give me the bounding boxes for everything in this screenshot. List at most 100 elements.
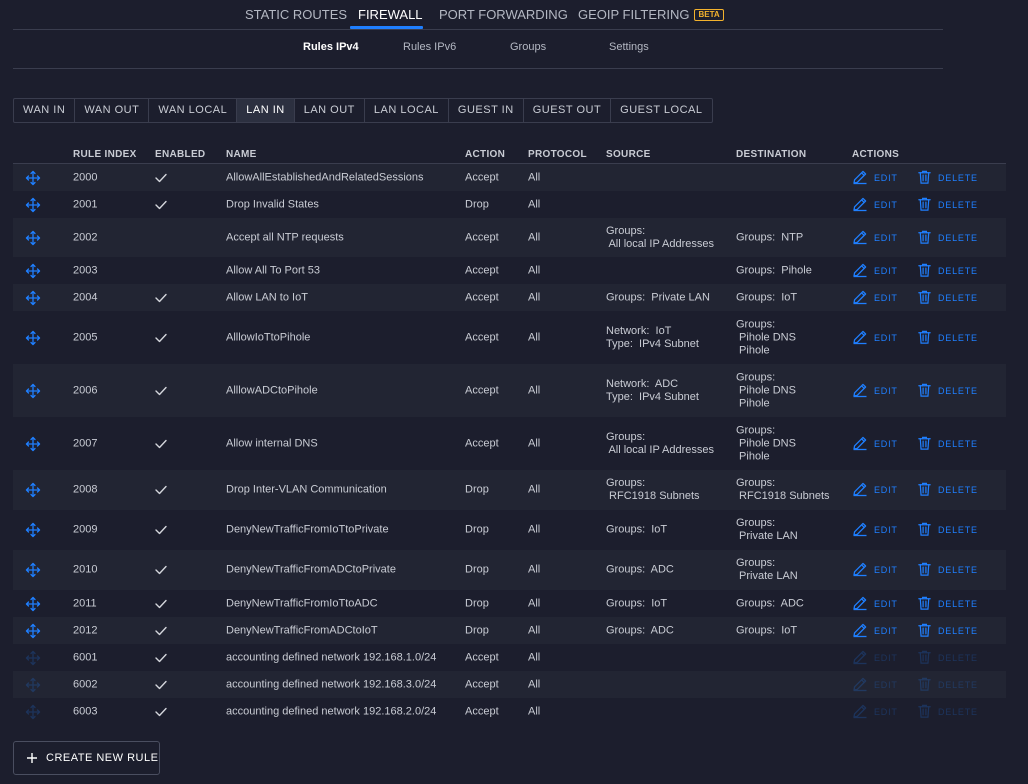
pencil-icon [852,262,874,280]
drag-handle-icon[interactable] [25,623,41,639]
rule-action: Accept [465,264,499,276]
drag-handle-icon[interactable] [25,290,41,306]
chain-tab-guest-local[interactable]: GUEST LOCAL [611,99,711,122]
delete-button[interactable]: DELETE [917,622,978,640]
drag-handle-icon[interactable] [25,522,41,538]
drag-handle-icon[interactable] [25,704,41,720]
table-row: 2002 Accept all NTP requests Accept All Grou… [13,218,1006,257]
tab-geoip-filtering[interactable]: GEOIP FILTERING BETA [578,7,724,22]
chain-tab-wan-out[interactable]: WAN OUT [75,99,150,122]
chain-tab-lan-in[interactable]: LAN IN [237,99,295,122]
delete-button[interactable]: DELETE [917,169,978,187]
edit-button[interactable]: EDIT [852,329,898,347]
subtab-rules-ipv4[interactable]: Rules IPv4 [303,41,359,53]
edit-button[interactable]: EDIT [852,262,898,280]
delete-button[interactable]: DELETE [917,521,978,539]
subtab-settings[interactable]: Settings [609,41,649,53]
check-icon [155,525,167,535]
rule-destination: Groups: IoT [736,624,798,636]
edit-button[interactable]: EDIT [852,595,898,613]
drag-handle-icon[interactable] [25,562,41,578]
sub-nav: Rules IPv4 Rules IPv6 Groups Settings [13,30,943,69]
tab-port-forwarding[interactable]: PORT FORWARDING [439,7,568,22]
delete-button[interactable]: DELETE [917,703,978,721]
chain-tab-lan-out[interactable]: LAN OUT [295,99,365,122]
edit-button[interactable]: EDIT [852,561,898,579]
delete-button[interactable]: DELETE [917,435,978,453]
header-source[interactable]: SOURCE [606,149,651,160]
chain-tab-wan-local[interactable]: WAN LOCAL [149,99,238,122]
delete-button[interactable]: DELETE [917,289,978,307]
delete-button[interactable]: DELETE [917,649,978,667]
rule-destination: Groups: Pihole [736,264,812,276]
drag-handle-icon[interactable] [25,650,41,666]
rule-source: Groups: ADC [606,624,674,636]
tab-firewall[interactable]: FIREWALL [358,7,423,22]
delete-button[interactable]: DELETE [917,676,978,694]
drag-handle-icon[interactable] [25,197,41,213]
delete-button[interactable]: DELETE [917,229,978,247]
edit-button[interactable]: EDIT [852,481,898,499]
subtab-groups[interactable]: Groups [510,41,546,53]
edit-button[interactable]: EDIT [852,676,898,694]
edit-button[interactable]: EDIT [852,169,898,187]
drag-handle-icon[interactable] [25,596,41,612]
edit-label: EDIT [874,706,898,717]
delete-button[interactable]: DELETE [917,382,978,400]
header-action[interactable]: ACTION [465,149,505,160]
chain-tab-guest-out[interactable]: GUEST OUT [524,99,612,122]
delete-button[interactable]: DELETE [917,196,978,214]
edit-button[interactable]: EDIT [852,521,898,539]
pencil-icon [852,595,874,613]
header-enabled[interactable]: ENABLED [155,149,205,160]
edit-button[interactable]: EDIT [852,622,898,640]
edit-button[interactable]: EDIT [852,196,898,214]
edit-button[interactable]: EDIT [852,382,898,400]
create-new-rule-button[interactable]: CREATE NEW RULE [13,741,160,775]
drag-handle-icon[interactable] [25,482,41,498]
rule-name: Drop Invalid States [226,198,319,210]
chain-tab-wan-in[interactable]: WAN IN [14,99,76,122]
drag-handle-icon[interactable] [25,677,41,693]
delete-button[interactable]: DELETE [917,262,978,280]
drag-handle-icon[interactable] [25,330,41,346]
rule-protocol: All [528,331,541,343]
pencil-icon [852,229,874,247]
edit-label: EDIT [874,438,898,449]
rule-source: Network: IoT Type: IPv4 Subnet [606,324,699,350]
rule-name: accounting defined network 192.168.1.0/2… [226,651,437,663]
drag-handle-icon[interactable] [25,383,41,399]
edit-button[interactable]: EDIT [852,289,898,307]
delete-button[interactable]: DELETE [917,561,978,579]
chain-tab-lan-local[interactable]: LAN LOCAL [365,99,449,122]
delete-button[interactable]: DELETE [917,481,978,499]
rule-name: DenyNewTrafficFromADCtoPrivate [226,563,396,576]
tab-static-routes[interactable]: STATIC ROUTES [245,7,347,22]
edit-button[interactable]: EDIT [852,649,898,667]
header-protocol[interactable]: PROTOCOL [528,149,587,160]
edit-button[interactable]: EDIT [852,703,898,721]
header-rule-index[interactable]: RULE INDEX [73,149,137,160]
drag-handle-icon[interactable] [25,170,41,186]
drag-handle-icon[interactable] [25,436,41,452]
drag-handle-icon[interactable] [25,230,41,246]
edit-label: EDIT [874,625,898,636]
drag-handle-icon[interactable] [25,263,41,279]
chain-tabs: WAN IN WAN OUT WAN LOCAL LAN IN LAN OUT … [13,98,713,123]
trash-icon [917,622,938,640]
header-name[interactable]: NAME [226,149,257,160]
table-row: 6003 accounting defined network 192.168.2… [13,698,1006,725]
delete-button[interactable]: DELETE [917,329,978,347]
trash-icon [917,676,938,694]
rule-name: accounting defined network 192.168.2.0/2… [226,705,437,717]
chain-tab-guest-in[interactable]: GUEST IN [449,99,524,122]
rule-action: Accept [465,437,499,449]
table-row: 2009 DenyNewTrafficFromIoTtoPrivate Drop Al… [13,510,1006,550]
table-row: 2010 DenyNewTrafficFromADCtoPrivate Drop Al… [13,550,1006,590]
rule-source: Groups: All local IP Addresses [606,430,715,456]
edit-button[interactable]: EDIT [852,435,898,453]
subtab-rules-ipv6[interactable]: Rules IPv6 [403,41,456,53]
edit-button[interactable]: EDIT [852,229,898,247]
pencil-icon [852,196,874,214]
delete-button[interactable]: DELETE [917,595,978,613]
